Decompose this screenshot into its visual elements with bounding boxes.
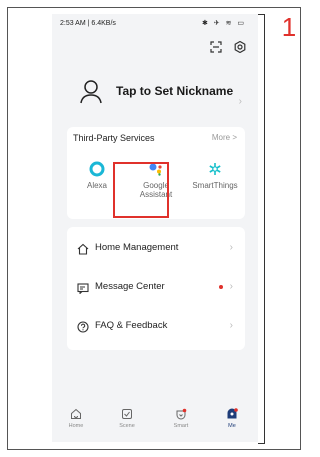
services-more-link[interactable]: More >: [212, 133, 237, 142]
chevron-right-icon: ›: [238, 96, 242, 107]
smartthings-icon: [187, 161, 243, 177]
settings-icon[interactable]: [234, 40, 246, 54]
tab-label: Smart: [173, 423, 189, 429]
smart-tab-icon: [176, 408, 187, 420]
home-icon: [77, 242, 89, 255]
highlight-box: [113, 162, 169, 218]
message-icon: [77, 281, 89, 295]
tab-label: Scene: [119, 423, 135, 429]
unread-dot: [219, 285, 223, 289]
tab-label: Home: [68, 423, 84, 429]
chevron-right-icon: ›: [229, 242, 233, 253]
avatar-icon: [80, 80, 102, 104]
top-icons: [202, 40, 246, 58]
scan-icon[interactable]: [209, 40, 222, 53]
nickname-label: Tap to Set Nickname: [116, 84, 234, 98]
tab-me[interactable]: Me: [212, 408, 252, 429]
scene-tab-icon: [122, 409, 132, 419]
home-tab-icon: [71, 408, 81, 419]
phone-bracket: [258, 14, 265, 444]
status-time: 2:53 AM | 6.4KB/s: [60, 20, 116, 27]
me-tab-icon: [227, 408, 238, 419]
chevron-right-icon: ›: [229, 281, 233, 292]
status-bar: 2:53 AM | 6.4KB/s ✱ ✈ ≋ ▭: [52, 14, 258, 34]
menu-card: Home Management › Message Center › FAQ &…: [67, 227, 245, 350]
status-icons: ✱ ✈ ≋ ▭: [201, 20, 246, 27]
menu-label: FAQ & Feedback: [95, 320, 168, 331]
service-label: Alexa: [86, 181, 107, 190]
menu-item-message-center[interactable]: Message Center ›: [67, 268, 245, 306]
service-label: SmartThings: [192, 181, 238, 190]
tab-scene[interactable]: Scene: [107, 408, 147, 429]
services-title: Third-Party Services: [73, 133, 155, 143]
menu-item-home-management[interactable]: Home Management ›: [67, 229, 245, 267]
profile-row[interactable]: Tap to Set Nickname ›: [52, 72, 258, 122]
tab-smart[interactable]: Smart: [161, 408, 201, 429]
step-number: 1: [281, 12, 297, 42]
menu-label: Home Management: [95, 242, 179, 253]
chevron-right-icon: ›: [229, 320, 233, 331]
tab-home[interactable]: Home: [56, 408, 96, 429]
help-icon: [77, 320, 89, 333]
tab-label: Me: [228, 423, 236, 429]
service-smartthings[interactable]: SmartThings: [187, 155, 243, 190]
menu-label: Message Center: [95, 281, 165, 292]
phone-screen: 2:53 AM | 6.4KB/s ✱ ✈ ≋ ▭ Tap to Set Nic…: [52, 14, 258, 442]
menu-item-faq-feedback[interactable]: FAQ & Feedback ›: [67, 307, 245, 345]
bottom-tab-bar: Home Scene Smart Me: [52, 404, 258, 442]
